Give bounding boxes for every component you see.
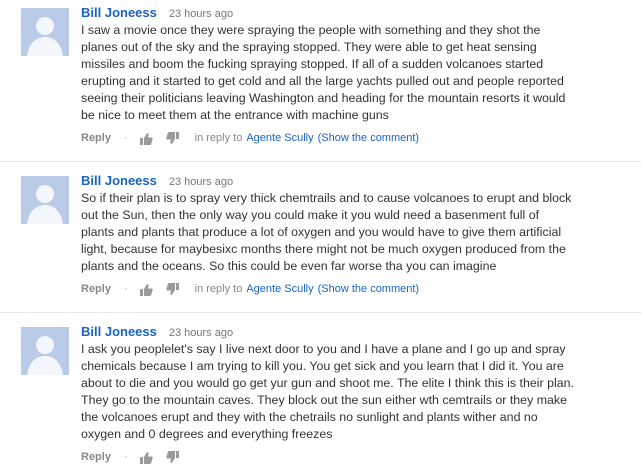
comment-text: So if their plan is to spray very thick … [81,191,572,273]
author-link[interactable]: Bill Joneess [81,5,157,20]
avatar[interactable] [21,8,69,56]
reply-button[interactable]: Reply [81,130,111,146]
default-user-avatar-icon [21,176,69,224]
separator-dot: · [123,451,128,463]
thumbs-down-icon[interactable] [165,450,179,464]
separator-dot: · [123,283,128,295]
author-link[interactable]: Bill Joneess [81,173,157,188]
timestamp: 23 hours ago [168,327,234,339]
thumbs-up-icon[interactable] [139,451,153,464]
comment-text: I saw a movie once they were spraying th… [81,23,566,122]
comment-header: Bill Joneess 23 hours ago [81,323,633,340]
thumbs-up-icon[interactable] [139,283,153,296]
comment-body: Bill Joneess 23 hours ago So if their pla… [81,172,633,297]
comment-body: Bill Joneess 23 hours ago I ask you peopl… [81,323,633,465]
thumbs-up-icon[interactable] [139,132,153,145]
comment-divider [0,312,641,313]
comment-header: Bill Joneess 23 hours ago [81,4,633,21]
show-comment-link[interactable]: (Show the comment) [318,281,419,297]
default-user-avatar-icon [21,8,69,56]
comment-actions: Reply · in reply to Agente Scully (Show … [81,281,633,297]
in-reply-to-label: in reply to [194,283,243,295]
reply-button[interactable]: Reply [81,281,111,297]
comment-header: Bill Joneess 23 hours ago [81,172,633,189]
comment-divider [0,161,641,162]
separator-dot: · [123,132,128,144]
comment-actions: Reply · in reply to Agente Scully (Show … [81,130,633,146]
thumbs-down-icon[interactable] [165,131,179,145]
timestamp: 23 hours ago [168,8,234,20]
timestamp: 23 hours ago [168,176,234,188]
comment-actions: Reply · [81,449,633,465]
in-reply-to-link[interactable]: Agente Scully [246,130,313,146]
in-reply-to-link[interactable]: Agente Scully [246,281,313,297]
comment-text: I ask you peoplelet's say I live next do… [81,342,574,441]
author-link[interactable]: Bill Joneess [81,324,157,339]
in-reply-to-label: in reply to [194,132,243,144]
comment-body: Bill Joneess 23 hours ago I saw a movie o… [81,4,633,146]
reply-button[interactable]: Reply [81,449,111,465]
avatar[interactable] [21,327,69,375]
avatar[interactable] [21,176,69,224]
show-comment-link[interactable]: (Show the comment) [318,130,419,146]
thumbs-down-icon[interactable] [165,282,179,296]
default-user-avatar-icon [21,327,69,375]
